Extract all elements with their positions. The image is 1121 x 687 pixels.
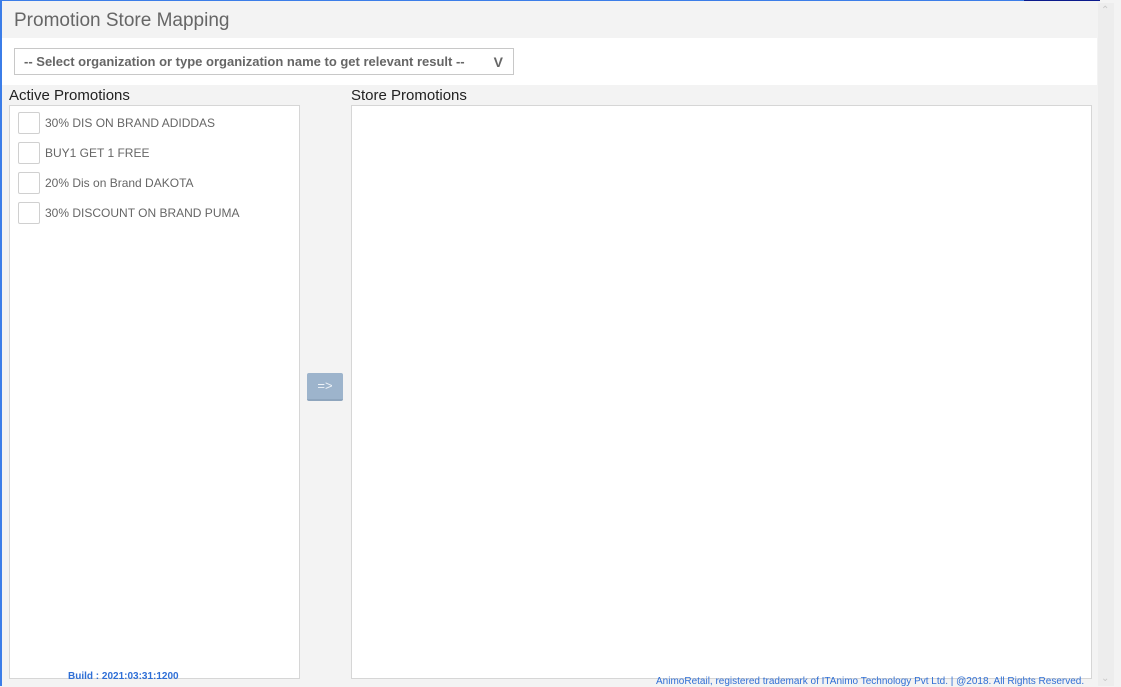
list-item[interactable]: 20% Dis on Brand DAKOTA [10, 168, 299, 198]
list-item[interactable]: BUY1 GET 1 FREE [10, 138, 299, 168]
promotion-label: BUY1 GET 1 FREE [45, 146, 150, 160]
scroll-down-icon[interactable]: ⌄ [1101, 673, 1109, 684]
organization-select-placeholder: -- Select organization or type organizat… [24, 54, 465, 69]
copyright-link[interactable]: AnimoRetail, registered trademark of ITA… [656, 676, 1084, 687]
list-item[interactable]: 30% DIS ON BRAND ADIDDAS [10, 108, 299, 138]
window-top-border-dark [1024, 0, 1100, 1]
vertical-scrollbar[interactable]: ⌃ ⌄ [1098, 3, 1114, 686]
window-top-border [0, 0, 1024, 1]
move-to-store-button[interactable]: => [307, 373, 343, 401]
checkbox[interactable] [18, 142, 40, 164]
active-promotions-label: Active Promotions [9, 87, 130, 104]
organization-select[interactable]: -- Select organization or type organizat… [14, 48, 514, 75]
store-promotions-list [351, 105, 1092, 679]
active-promotions-list: 30% DIS ON BRAND ADIDDAS BUY1 GET 1 FREE… [9, 105, 300, 679]
chevron-down-icon[interactable]: V [494, 54, 503, 70]
build-info: Build : 2021:03:31:1200 [68, 671, 179, 682]
page-title: Promotion Store Mapping [14, 10, 230, 31]
window-left-border [0, 0, 2, 686]
promotion-label: 30% DISCOUNT ON BRAND PUMA [45, 206, 240, 220]
checkbox[interactable] [18, 202, 40, 224]
promotion-label: 30% DIS ON BRAND ADIDDAS [45, 116, 216, 130]
checkbox[interactable] [18, 112, 40, 134]
store-promotions-label: Store Promotions [351, 87, 467, 104]
scroll-up-icon[interactable]: ⌃ [1101, 5, 1109, 16]
list-item[interactable]: 30% DISCOUNT ON BRAND PUMA [10, 198, 299, 228]
promotion-label: 20% Dis on Brand DAKOTA [45, 176, 194, 190]
checkbox[interactable] [18, 172, 40, 194]
